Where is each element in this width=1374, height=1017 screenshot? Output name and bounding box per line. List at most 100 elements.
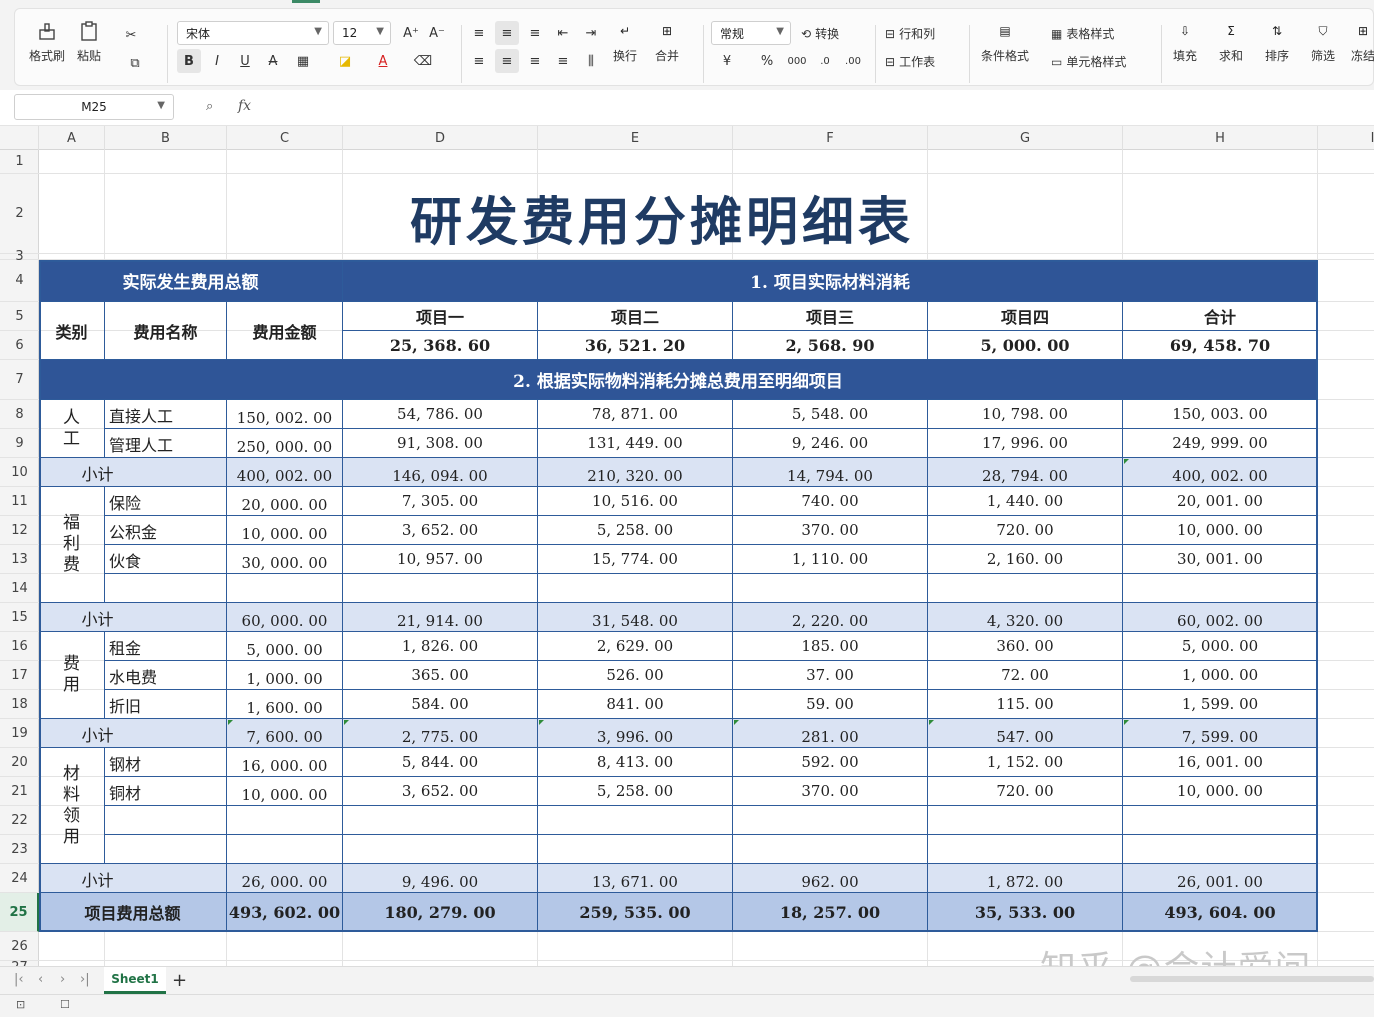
material-value[interactable]: 36, 521. 20 — [538, 331, 733, 360]
allocation-cell[interactable]: 841. 00 — [538, 690, 733, 719]
material-value[interactable]: 5, 000. 00 — [928, 331, 1123, 360]
subtotal-value[interactable]: 13, 671. 00 — [538, 864, 733, 893]
subtotal-value[interactable]: 21, 914. 00 — [343, 603, 538, 632]
subtotal-label[interactable]: 小计 — [39, 458, 227, 487]
subtotal-value[interactable]: 146, 094. 00 — [343, 458, 538, 487]
convert-button[interactable]: ⟲ 转换 — [801, 25, 839, 42]
allocation-cell[interactable] — [928, 835, 1123, 864]
column-header-d[interactable]: D — [343, 126, 538, 150]
expense-amount-cell[interactable]: 10, 000. 00 — [227, 516, 343, 545]
row-header-4[interactable]: 4 — [0, 260, 39, 302]
subtotal-value[interactable]: 4, 320. 00 — [928, 603, 1123, 632]
filter-button[interactable]: ⛉ 筛选 — [1311, 19, 1335, 64]
header-expense-name[interactable]: 费用名称 — [105, 302, 227, 360]
allocation-cell[interactable] — [538, 835, 733, 864]
column-header-i[interactable]: I — [1318, 126, 1374, 150]
subtotal-value[interactable]: 1, 872. 00 — [928, 864, 1123, 893]
row-header-18[interactable]: 18 — [0, 690, 39, 719]
subtotal-value[interactable]: 2, 775. 00 — [343, 719, 538, 748]
thousands-icon[interactable]: 000 — [785, 49, 809, 73]
prev-sheet-icon[interactable]: ‹ — [38, 972, 43, 987]
allocation-cell[interactable] — [1123, 835, 1318, 864]
subtotal-value[interactable]: 31, 548. 00 — [538, 603, 733, 632]
align-center-icon[interactable]: ≡ — [495, 49, 519, 73]
expense-amount-cell[interactable]: 20, 000. 00 — [227, 487, 343, 516]
allocation-cell[interactable]: 54, 786. 00 — [343, 400, 538, 429]
allocation-cell[interactable] — [343, 806, 538, 835]
allocation-cell[interactable] — [928, 574, 1123, 603]
underline-button[interactable]: U — [233, 49, 257, 73]
row-header-19[interactable]: 19 — [0, 719, 39, 748]
grand-total-label[interactable]: 项目费用总额 — [39, 893, 227, 932]
allocation-cell[interactable]: 740. 00 — [733, 487, 928, 516]
allocation-cell[interactable]: 9, 246. 00 — [733, 429, 928, 458]
header-project-2[interactable]: 项目二 — [538, 302, 733, 331]
row-header-1[interactable]: 1 — [0, 150, 39, 174]
allocation-cell[interactable] — [928, 806, 1123, 835]
row-header-12[interactable]: 12 — [0, 516, 39, 545]
subtotal-value[interactable]: 210, 320. 00 — [538, 458, 733, 487]
grand-total-value[interactable]: 180, 279. 00 — [343, 893, 538, 932]
material-value[interactable]: 69, 458. 70 — [1123, 331, 1318, 360]
allocation-cell[interactable]: 15, 774. 00 — [538, 545, 733, 574]
subtotal-amount[interactable]: 60, 000. 00 — [227, 603, 343, 632]
subtotal-value[interactable]: 9, 496. 00 — [343, 864, 538, 893]
first-sheet-icon[interactable]: |‹ — [14, 972, 24, 987]
merge-button[interactable]: ⊞ 合并 — [655, 19, 679, 64]
rows-cols-button[interactable]: ⊟ 行和列 — [885, 25, 935, 42]
formula-input[interactable] — [262, 94, 1372, 120]
eraser-icon[interactable]: ⌫ — [411, 49, 435, 73]
allocation-cell[interactable]: 17, 996. 00 — [928, 429, 1123, 458]
grand-total-value[interactable]: 18, 257. 00 — [733, 893, 928, 932]
bold-button[interactable]: B — [177, 49, 201, 73]
cell-style-button[interactable]: ▭ 单元格样式 — [1051, 53, 1126, 70]
allocation-cell[interactable]: 91, 308. 00 — [343, 429, 538, 458]
row-header-11[interactable]: 11 — [0, 487, 39, 516]
allocation-cell[interactable]: 72. 00 — [928, 661, 1123, 690]
subtotal-value[interactable]: 7, 599. 00 — [1123, 719, 1318, 748]
allocation-cell[interactable]: 720. 00 — [928, 777, 1123, 806]
row-header-24[interactable]: 24 — [0, 864, 39, 893]
expense-name-cell[interactable]: 公积金 — [105, 516, 227, 545]
expense-amount-cell[interactable] — [227, 806, 343, 835]
allocation-cell[interactable]: 5, 258. 00 — [538, 516, 733, 545]
fx-icon[interactable]: fx — [238, 98, 251, 114]
wrap-button[interactable]: ↵ 换行 — [613, 19, 637, 64]
freeze-button[interactable]: ⊞ 冻结 — [1351, 19, 1374, 64]
sort-button[interactable]: ⇅ 排序 — [1265, 19, 1289, 64]
allocation-cell[interactable]: 10, 516. 00 — [538, 487, 733, 516]
distribute-icon[interactable]: ⫼ — [579, 49, 603, 73]
format-painter-button[interactable]: 格式刷 — [29, 19, 65, 64]
subtotal-value[interactable]: 26, 001. 00 — [1123, 864, 1318, 893]
allocation-cell[interactable]: 37. 00 — [733, 661, 928, 690]
subtotal-value[interactable]: 3, 996. 00 — [538, 719, 733, 748]
allocation-cell[interactable] — [733, 835, 928, 864]
expense-amount-cell[interactable]: 16, 000. 00 — [227, 748, 343, 777]
expense-name-cell[interactable] — [105, 835, 227, 864]
allocation-cell[interactable] — [733, 574, 928, 603]
cut-icon[interactable]: ✂ — [119, 23, 143, 47]
expense-name-cell[interactable]: 直接人工 — [105, 400, 227, 429]
subtotal-value[interactable]: 400, 002. 00 — [1123, 458, 1318, 487]
font-color-button[interactable]: A — [371, 49, 395, 73]
macro-icon[interactable]: ⊡ — [16, 998, 25, 1011]
allocation-cell[interactable]: 115. 00 — [928, 690, 1123, 719]
grand-total-value[interactable]: 259, 535. 00 — [538, 893, 733, 932]
row-header-7[interactable]: 7 — [0, 360, 39, 400]
allocation-cell[interactable] — [538, 574, 733, 603]
allocation-cell[interactable]: 10, 000. 00 — [1123, 516, 1318, 545]
row-header-8[interactable]: 8 — [0, 400, 39, 429]
header-project-5[interactable]: 合计 — [1123, 302, 1318, 331]
font-shrink-button[interactable]: A⁻ — [425, 21, 449, 45]
row-header-6[interactable]: 6 — [0, 331, 39, 360]
allocation-cell[interactable]: 10, 957. 00 — [343, 545, 538, 574]
row-header-23[interactable]: 23 — [0, 835, 39, 864]
allocation-cell[interactable] — [1123, 574, 1318, 603]
align-bottom-icon[interactable]: ≡ — [523, 21, 547, 45]
row-header-15[interactable]: 15 — [0, 603, 39, 632]
allocation-cell[interactable]: 5, 000. 00 — [1123, 632, 1318, 661]
allocation-cell[interactable]: 1, 152. 00 — [928, 748, 1123, 777]
row-header-14[interactable]: 14 — [0, 574, 39, 603]
expense-name-cell[interactable]: 折旧 — [105, 690, 227, 719]
row-header-20[interactable]: 20 — [0, 748, 39, 777]
